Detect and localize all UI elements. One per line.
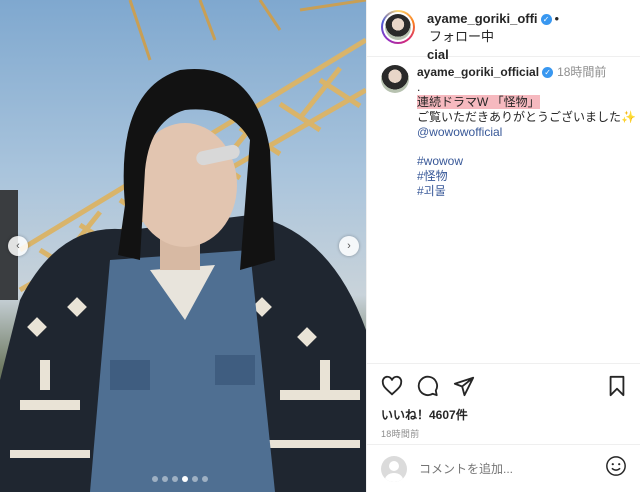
header-text: ayame_goriki_offi ✓ • フォロー中 cial xyxy=(427,10,567,64)
hashtag-link[interactable]: #wowow xyxy=(417,154,637,169)
caption-time[interactable]: 18時間前 xyxy=(557,65,606,79)
carousel-dot xyxy=(152,476,158,482)
person-illustration xyxy=(0,69,366,492)
caption-body: ayame_goriki_official ✓ 18時間前 . 連続ドラマW 「怪物… xyxy=(417,65,637,199)
separator: • xyxy=(554,11,560,26)
carousel-dot xyxy=(202,476,208,482)
comment-icon[interactable] xyxy=(417,375,439,397)
caption-dot-line: . xyxy=(417,80,421,94)
caption-username[interactable]: ayame_goriki_official xyxy=(417,65,539,79)
caption-avatar[interactable] xyxy=(381,65,409,93)
bookmark-icon[interactable] xyxy=(607,375,627,397)
caption-thanks: ご覧いただきありがとうございました✨ xyxy=(417,110,636,124)
hashtag-link[interactable]: #怪物 xyxy=(417,169,637,184)
chevron-right-icon[interactable]: › xyxy=(339,236,359,256)
header-username-continued[interactable]: cial xyxy=(427,47,449,62)
post-header: ayame_goriki_offi ✓ • フォロー中 cial xyxy=(367,0,640,62)
chevron-left-icon[interactable]: ‹ xyxy=(8,236,28,256)
verified-icon: ✓ xyxy=(540,14,552,25)
comment-bar xyxy=(367,444,640,492)
mention-link[interactable]: @wowowofficial xyxy=(417,125,502,139)
hashtag-link[interactable]: #괴물 xyxy=(417,184,637,199)
send-icon[interactable] xyxy=(453,375,475,397)
header-avatar[interactable] xyxy=(381,10,415,44)
post-caption: ayame_goriki_official ✓ 18時間前 . 連続ドラマW 「怪物… xyxy=(367,57,640,199)
carousel-indicator xyxy=(152,476,208,482)
carousel-dot xyxy=(192,476,198,482)
following-button[interactable]: フォロー中 xyxy=(429,29,494,44)
post-side-panel: ayame_goriki_offi ✓ •フォロー中 cial ayame_gori… xyxy=(366,0,640,492)
post-photo[interactable]: ‹ › xyxy=(0,0,366,492)
post-actions: いいね！4607件 18時間前 xyxy=(367,363,640,440)
heart-icon[interactable] xyxy=(381,375,403,397)
carousel-dot xyxy=(162,476,168,482)
carousel-dot xyxy=(172,476,178,482)
carousel-dot-active xyxy=(182,476,188,482)
user-avatar xyxy=(381,455,407,482)
comment-input[interactable] xyxy=(419,461,599,476)
post-timestamp[interactable]: 18時間前 xyxy=(381,427,627,440)
likes-count[interactable]: いいね！4607件 xyxy=(381,406,627,423)
smiley-icon[interactable] xyxy=(605,455,627,482)
verified-icon: ✓ xyxy=(542,67,554,78)
header-username[interactable]: ayame_goriki_offi xyxy=(427,11,538,26)
caption-highlight: 連続ドラマW 「怪物」 xyxy=(417,95,540,109)
